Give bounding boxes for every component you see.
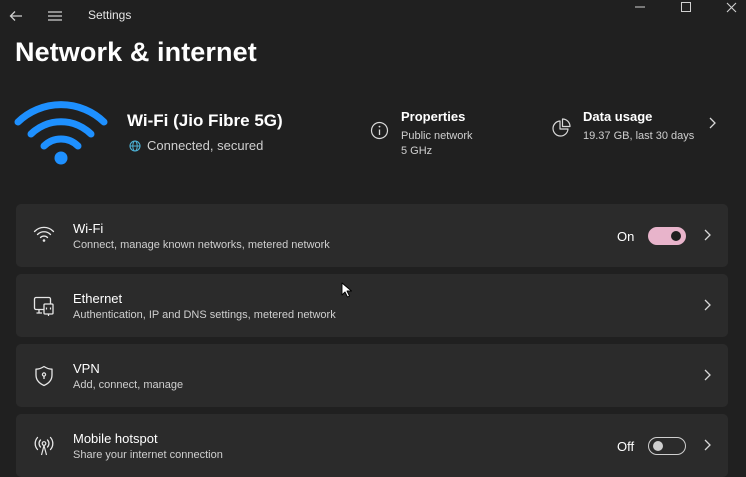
- shield-icon: [33, 365, 55, 387]
- chevron-right-icon[interactable]: [707, 116, 717, 135]
- vpn-card-subtitle: Add, connect, manage: [73, 379, 184, 391]
- data-usage-link[interactable]: Data usage 19.37 GB, last 30 days: [551, 109, 694, 144]
- chevron-right-icon[interactable]: [702, 298, 712, 317]
- mobile-hotspot-card[interactable]: Mobile hotspot Share your internet conne…: [16, 414, 728, 477]
- properties-link[interactable]: Properties Public network 5 GHz: [370, 109, 473, 159]
- wifi-toggle-label: On: [617, 229, 635, 244]
- wifi-card-subtitle: Connect, manage known networks, metered …: [73, 239, 330, 251]
- ethernet-card-title: Ethernet: [73, 291, 123, 306]
- window-title: Settings: [88, 8, 132, 22]
- hotspot-icon: [33, 435, 55, 457]
- hamburger-menu-icon[interactable]: [47, 8, 63, 24]
- wifi-card[interactable]: Wi-Fi Connect, manage known networks, me…: [16, 204, 728, 267]
- ethernet-card-subtitle: Authentication, IP and DNS settings, met…: [73, 309, 336, 321]
- toggle-knob: [671, 231, 681, 241]
- page-title: Network & internet: [15, 37, 257, 67]
- connection-status: Connected, secured: [129, 138, 263, 153]
- data-usage-amount: 19.37 GB, last 30 days: [583, 130, 695, 142]
- title-bar: Settings: [0, 0, 746, 32]
- ethernet-icon: [33, 295, 55, 317]
- properties-band: 5 GHz: [401, 145, 433, 157]
- toggle-knob: [653, 441, 663, 451]
- wifi-card-title: Wi-Fi: [73, 221, 104, 236]
- wifi-toggle[interactable]: [648, 227, 686, 245]
- close-icon[interactable]: [708, 0, 746, 14]
- chevron-right-icon[interactable]: [702, 228, 712, 247]
- hotspot-toggle[interactable]: [648, 437, 686, 455]
- wifi-signal-icon: [14, 97, 108, 174]
- maximize-icon[interactable]: [663, 0, 709, 14]
- vpn-card-title: VPN: [73, 361, 100, 376]
- ethernet-card[interactable]: Ethernet Authentication, IP and DNS sett…: [16, 274, 728, 337]
- properties-title: Properties: [401, 109, 466, 124]
- back-arrow-icon[interactable]: [8, 8, 24, 24]
- vpn-card[interactable]: VPN Add, connect, manage: [16, 344, 728, 407]
- chevron-right-icon[interactable]: [702, 368, 712, 387]
- mouse-cursor-icon: [341, 282, 353, 303]
- data-usage-title: Data usage: [583, 109, 653, 124]
- hotspot-card-subtitle: Share your internet connection: [73, 449, 223, 461]
- hotspot-card-title: Mobile hotspot: [73, 431, 158, 446]
- pie-chart-icon: [551, 118, 571, 144]
- properties-network-type: Public network: [401, 130, 473, 142]
- connection-summary: Wi-Fi (Jio Fibre 5G) Connected, secured …: [0, 92, 746, 172]
- globe-icon: [129, 139, 141, 152]
- info-icon: [370, 121, 389, 159]
- network-name: Wi-Fi (Jio Fibre 5G): [127, 111, 283, 130]
- chevron-right-icon[interactable]: [702, 438, 712, 457]
- minimize-icon[interactable]: [617, 0, 663, 14]
- hotspot-toggle-label: Off: [617, 439, 635, 454]
- wifi-icon: [33, 223, 55, 245]
- status-text: Connected, secured: [147, 138, 264, 153]
